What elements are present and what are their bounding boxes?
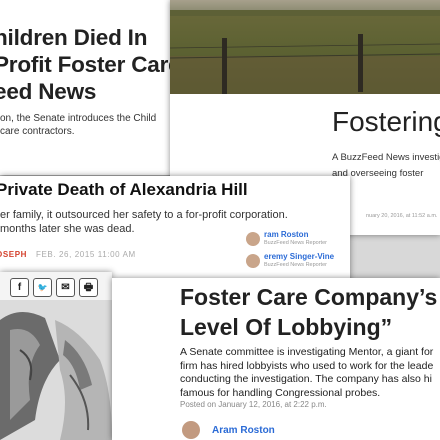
author-name[interactable]: eremy Singer-Vine: [264, 252, 334, 261]
summary-line: firm has hired lobbyists who used to wor…: [180, 359, 434, 372]
article-card-lobbying[interactable]: Foster Care Company’s Level Of Lobbying”…: [112, 278, 440, 440]
girl-photo: [0, 300, 112, 440]
article-headline[interactable]: Foster Care Company’s Level Of Lobbying”: [180, 282, 440, 342]
author-role: BuzzFeed News Reporter: [264, 262, 327, 268]
print-icon[interactable]: 🖶: [79, 278, 98, 297]
headline-line: Foster Care Company’s: [180, 284, 438, 310]
author-entry[interactable]: eremy Singer-Vine BuzzFeed News Reporter: [246, 252, 350, 274]
article-summary: A Senate committee is investigating Ment…: [180, 346, 440, 400]
avatar: [246, 232, 260, 246]
summary-line: famous for handling Congressional probes…: [180, 386, 381, 399]
article-title[interactable]: Fostering: [332, 106, 440, 138]
article-card-alexandria-hill[interactable]: Private Death of Alexandria Hill er fami…: [0, 176, 350, 286]
dek-line: er family, it outsourced her safety to a…: [0, 209, 288, 221]
summary-line: conducting the investigation. The compan…: [180, 373, 432, 385]
avatar: [246, 254, 260, 268]
avatar: [182, 421, 200, 439]
field-fence-photo: [170, 0, 440, 94]
article-date: FEB. 26, 2015 11:00 AM: [36, 250, 136, 259]
facebook-icon[interactable]: f: [10, 278, 29, 297]
article-card-photo[interactable]: f 🐦 ✉ 🖶: [0, 272, 112, 440]
article-date: nuary 20, 2016, at 11:52 a.m.: [366, 213, 438, 219]
email-icon[interactable]: ✉: [56, 278, 75, 297]
share-bar: f 🐦 ✉ 🖶: [10, 278, 98, 297]
author-name[interactable]: Aram Roston: [212, 425, 275, 436]
posted-date: Posted on January 12, 2016, at 2:22 p.m.: [180, 400, 327, 409]
author-name[interactable]: ram Roston: [264, 230, 308, 239]
author-byline[interactable]: OSEPH: [0, 250, 27, 259]
intro-line: A BuzzFeed News investigat: [332, 152, 440, 163]
article-headline[interactable]: Private Death of Alexandria Hill: [0, 180, 248, 200]
author-role: BuzzFeed News Reporter: [264, 240, 327, 246]
headline-line: Level Of Lobbying”: [180, 314, 393, 340]
summary-line: A Senate committee is investigating Ment…: [180, 346, 434, 358]
author-list: ram Roston BuzzFeed News Reporter eremy …: [246, 230, 350, 274]
twitter-icon[interactable]: 🐦: [33, 278, 52, 297]
author-entry[interactable]: ram Roston BuzzFeed News Reporter: [246, 230, 350, 252]
